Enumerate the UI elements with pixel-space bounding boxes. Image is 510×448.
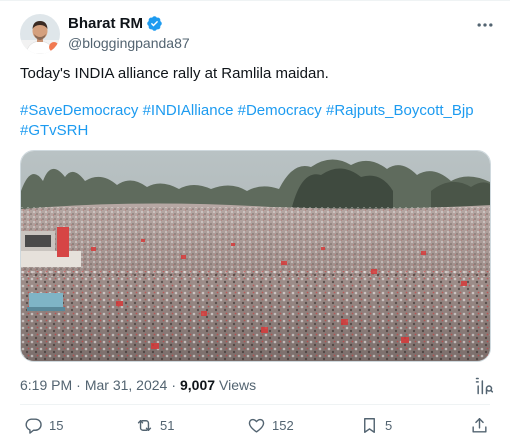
share-icon — [472, 418, 487, 433]
reply-icon — [25, 418, 42, 434]
hashtag-link[interactable]: #SaveDemocracy — [20, 102, 138, 119]
repost-icon — [137, 420, 152, 431]
share-button[interactable] — [470, 416, 489, 435]
verified-badge-icon — [147, 16, 162, 31]
hashtag-link[interactable]: #Rajputs_Boycott_Bjp — [326, 102, 474, 119]
hashtag-link[interactable]: #Democracy — [238, 102, 322, 119]
bookmark-button[interactable]: 5 — [360, 416, 392, 435]
views-count: 9,007 — [179, 377, 216, 393]
rally-crowd-photo — [21, 151, 490, 361]
repost-count: 51 — [160, 418, 175, 433]
heart-icon — [248, 418, 265, 433]
reply-count: 15 — [49, 418, 64, 433]
hashtag-link[interactable]: #INDIAlliance — [143, 102, 234, 119]
analytics-icon — [475, 377, 494, 395]
author-name[interactable]: Bharat RM — [68, 15, 143, 32]
tweet-date[interactable]: Mar 31, 2024 — [85, 377, 168, 393]
more-horizontal-icon — [477, 23, 493, 27]
meta-divider — [20, 404, 490, 405]
reply-button[interactable]: 15 — [24, 416, 63, 435]
action-bar: 15 51 152 5 — [0, 412, 510, 442]
tweet-time[interactable]: 6:19 PM — [20, 377, 72, 393]
avatar[interactable] — [20, 14, 60, 54]
tweet-media-image[interactable] — [20, 150, 491, 362]
avatar-image — [20, 14, 60, 54]
views-label: Views — [219, 377, 257, 393]
like-button[interactable]: 152 — [247, 416, 294, 435]
hashtag-list: #SaveDemocracy #INDIAlliance #Democracy … — [20, 101, 490, 141]
tweet-meta: 6:19 PM · Mar 31, 2024 · 9,007 Views — [20, 377, 256, 393]
author-handle[interactable]: @bloggingpanda87 — [68, 35, 190, 51]
tweet-card: Bharat RM @bloggingpanda87 Today's INDIA… — [0, 0, 510, 448]
top-divider — [0, 0, 510, 1]
meta-separator: · — [76, 377, 81, 393]
tweet-text: Today's INDIA alliance rally at Ramlila … — [20, 65, 329, 82]
author-name-row: Bharat RM — [68, 15, 163, 32]
hashtag-link[interactable]: #GTvSRH — [20, 122, 88, 139]
bookmark-count: 5 — [385, 418, 393, 433]
like-count: 152 — [272, 418, 294, 433]
repost-button[interactable]: 51 — [135, 416, 174, 435]
analytics-button[interactable] — [474, 376, 494, 396]
more-options-button[interactable] — [474, 14, 496, 36]
meta-separator: · — [171, 377, 176, 393]
bookmark-icon — [364, 418, 375, 433]
